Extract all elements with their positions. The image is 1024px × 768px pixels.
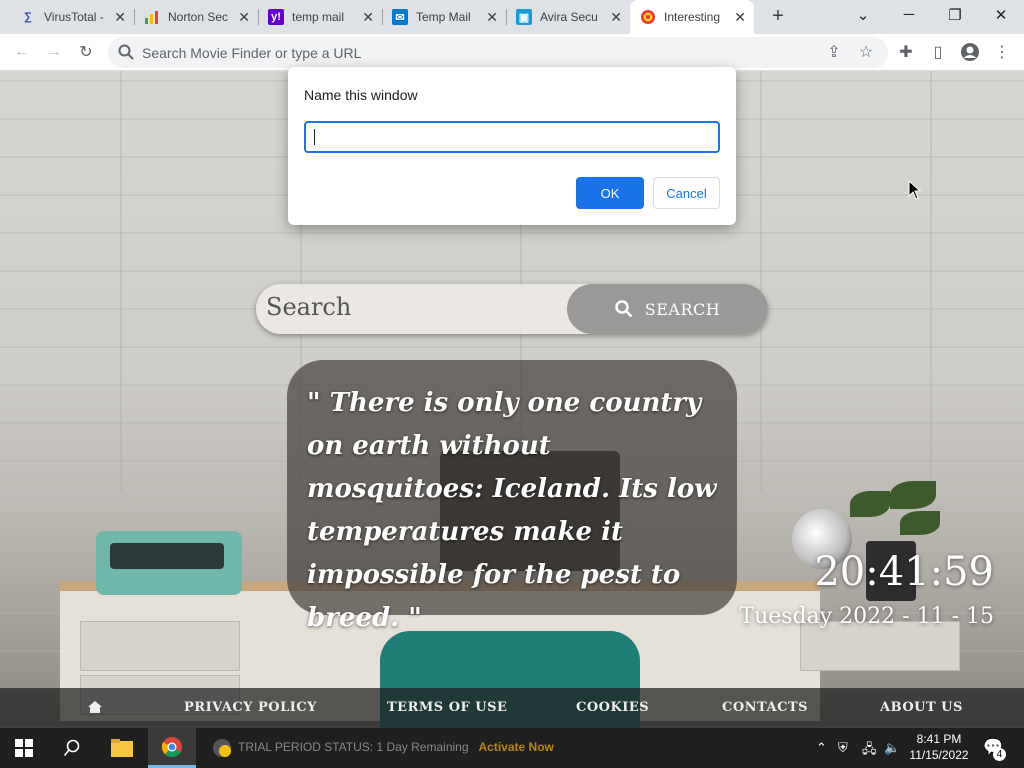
search-button-label: SEARCH [644, 299, 721, 319]
notification-count: 4 [993, 748, 1006, 761]
tab-label: VirusTotal - [44, 10, 104, 24]
clock-time: 20:41:59 [814, 549, 994, 595]
file-explorer-icon[interactable] [98, 728, 146, 768]
tab-virustotal[interactable]: ∑ VirusTotal - ✕ [0, 0, 134, 34]
tab-temp-mail[interactable]: ✉ Temp Mail ✕ [382, 0, 506, 34]
tab-strip: ∑ VirusTotal - ✕ Norton Sec ✕ y! temp ma… [0, 0, 1024, 34]
ok-button[interactable]: OK [576, 177, 644, 209]
tab-interesting[interactable]: Interesting ✕ [630, 0, 754, 34]
bookmark-star-icon[interactable]: ☆ [855, 41, 877, 63]
close-icon[interactable]: ✕ [362, 9, 374, 26]
search-bar[interactable]: Search SEARCH [256, 284, 768, 334]
clock-date: Tuesday 2022 - 11 - 15 [739, 604, 994, 629]
tab-norton[interactable]: Norton Sec ✕ [134, 0, 258, 34]
network-icon[interactable]: 🖧 [862, 740, 877, 762]
address-placeholder: Search Movie Finder or type a URL [142, 45, 362, 61]
taskbar: TRIAL PERIOD STATUS: 1 Day Remaining Acti… [0, 728, 1024, 768]
tab-temp-mail-yahoo[interactable]: y! temp mail ✕ [258, 0, 382, 34]
quote-card: " There is only one country on earth wit… [287, 360, 737, 633]
profile-avatar-icon[interactable] [959, 41, 981, 63]
windows-start-icon[interactable] [0, 728, 48, 768]
search-icon [615, 300, 633, 318]
tab-label: Avira Secu [540, 10, 598, 24]
activation-watermark: TRIAL PERIOD STATUS: 1 Day Remaining Acti… [238, 740, 554, 754]
search-icon[interactable] [48, 728, 96, 768]
menu-icon[interactable]: ⋮ [991, 41, 1013, 63]
chevron-up-icon[interactable]: ⌃ [816, 740, 827, 756]
quote-text: " There is only one country on earth wit… [307, 388, 717, 633]
bar-chart-icon [144, 9, 160, 25]
name-window-dialog: Name this window OK Cancel [288, 67, 736, 225]
virustotal-icon: ∑ [24, 11, 32, 23]
text-caret [314, 129, 315, 145]
cancel-button[interactable]: Cancel [653, 177, 720, 209]
footer-link-contacts[interactable]: CONTACTS [722, 700, 808, 715]
search-input[interactable]: Search [266, 293, 351, 321]
mail-icon: ✉ [392, 9, 408, 25]
yahoo-icon: y! [268, 9, 284, 25]
share-icon[interactable]: ⇪ [823, 41, 845, 63]
tab-label: Interesting [664, 10, 721, 24]
reload-icon[interactable]: ↻ [75, 41, 97, 63]
back-icon[interactable]: ← [11, 41, 33, 63]
forward-icon[interactable]: → [43, 41, 65, 63]
footer-link-about-us[interactable]: ABOUT US [880, 700, 963, 715]
mouse-cursor-icon [908, 179, 922, 205]
typewriter-decoration [96, 531, 242, 595]
minimize-button[interactable]: ─ [899, 6, 919, 23]
tab-label: Norton Sec [168, 10, 229, 24]
side-panel-icon[interactable]: ▯ [927, 41, 949, 63]
close-icon[interactable]: ✕ [610, 9, 622, 26]
dialog-title: Name this window [304, 87, 418, 103]
footer-link-cookies[interactable]: COOKIES [576, 700, 649, 715]
address-bar[interactable]: Search Movie Finder or type a URL [108, 37, 888, 68]
close-icon[interactable]: ✕ [734, 9, 746, 26]
new-tab-button[interactable]: + [766, 5, 790, 28]
home-icon[interactable] [86, 698, 104, 721]
search-button[interactable]: SEARCH [567, 284, 768, 334]
footer-bar: PRIVACY POLICY TERMS OF USE COOKIES CONT… [0, 688, 1024, 728]
close-window-button[interactable]: ✕ [991, 6, 1011, 24]
extensions-icon[interactable]: ✚ [895, 41, 917, 63]
system-clock[interactable]: 8:41 PM 11/15/2022 [906, 731, 972, 763]
chrome-icon[interactable] [148, 728, 196, 768]
browser-toolbar: ← → ↻ Search Movie Finder or type a URL … [0, 34, 1024, 71]
restore-button[interactable]: ❐ [945, 6, 965, 24]
close-icon[interactable]: ✕ [486, 9, 498, 26]
footer-link-terms-of-use[interactable]: TERMS OF USE [387, 700, 507, 715]
tab-label: Temp Mail [416, 10, 471, 24]
tab-label: temp mail [292, 10, 345, 24]
target-icon [640, 9, 656, 25]
tab-search-icon[interactable]: ⌄ [853, 6, 873, 24]
footer-link-privacy-policy[interactable]: PRIVACY POLICY [184, 700, 317, 715]
window-name-input[interactable] [304, 121, 720, 153]
security-icon[interactable]: ⛨ [838, 740, 848, 756]
avira-icon: ▣ [516, 9, 532, 25]
close-icon[interactable]: ✕ [238, 9, 250, 26]
close-icon[interactable]: ✕ [114, 9, 126, 26]
tab-avira[interactable]: ▣ Avira Secu ✕ [506, 0, 630, 34]
search-icon [118, 44, 134, 65]
volume-icon[interactable]: 🔈 [884, 740, 900, 756]
